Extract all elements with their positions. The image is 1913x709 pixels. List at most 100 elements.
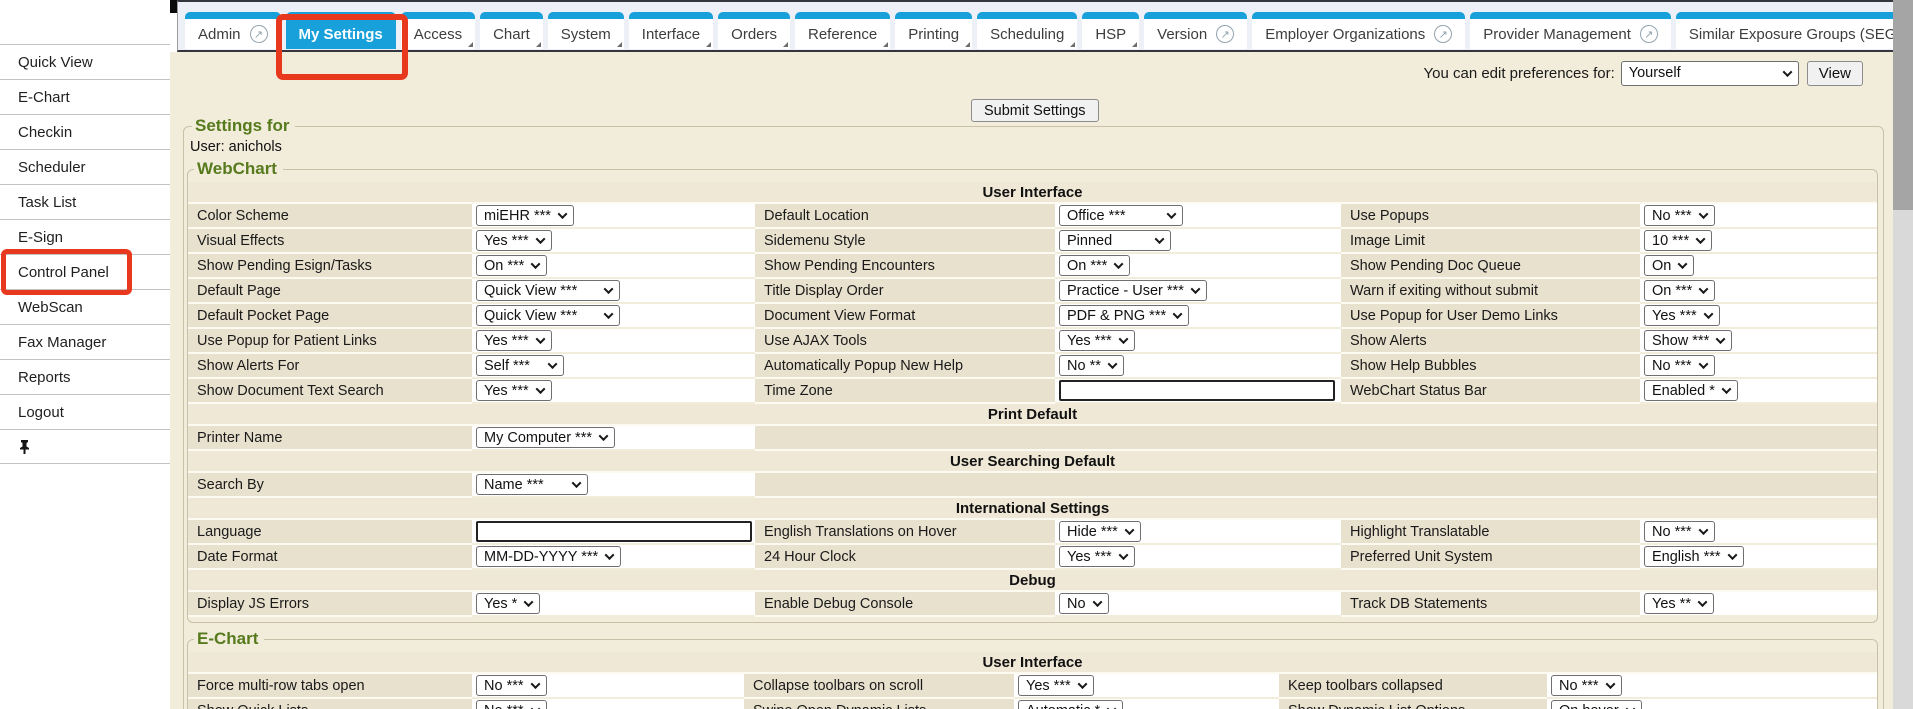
select-yes[interactable]: Yes * bbox=[476, 593, 540, 614]
select-on[interactable]: On *** bbox=[476, 255, 547, 276]
select-value: Self *** bbox=[484, 358, 530, 374]
select-no[interactable]: No *** bbox=[1551, 675, 1622, 696]
select-no[interactable]: No bbox=[1059, 593, 1109, 614]
select-value: English *** bbox=[1652, 549, 1721, 565]
select-automatic[interactable]: Automatic * bbox=[1018, 700, 1123, 709]
sidebar-item-label: Logout bbox=[18, 404, 64, 421]
view-button[interactable]: View bbox=[1807, 61, 1863, 86]
select-on[interactable]: On *** bbox=[1644, 280, 1715, 301]
setting-label-use-popup-for-patient-links: Use Popup for Patient Links bbox=[188, 329, 472, 354]
scrollbar-thumb[interactable] bbox=[1893, 0, 1913, 210]
setting-label-language: Language bbox=[188, 520, 472, 545]
input-text-field[interactable] bbox=[476, 521, 752, 542]
setting-label-search-by: Search By bbox=[188, 473, 472, 498]
setting-control-date-format: MM-DD-YYYY *** bbox=[472, 545, 755, 570]
setting-control-use-popup-for-user-demo-links: Yes *** bbox=[1640, 304, 1877, 329]
select-yes[interactable]: Yes *** bbox=[476, 230, 552, 251]
select-yes[interactable]: Yes *** bbox=[1644, 305, 1720, 326]
sidebar-item-control-panel[interactable]: Control Panel bbox=[0, 254, 170, 289]
tab-version[interactable]: Version↗ bbox=[1144, 12, 1247, 49]
select-name[interactable]: Name *** bbox=[476, 474, 588, 495]
chevron-down-icon bbox=[1167, 209, 1177, 219]
tab-orders[interactable]: Orders bbox=[718, 12, 790, 49]
sidebar-item-e-chart[interactable]: E-Chart bbox=[0, 79, 170, 114]
input-text-field[interactable] bbox=[1059, 380, 1335, 401]
select-10[interactable]: 10 *** bbox=[1644, 230, 1712, 251]
sidebar-item-logout[interactable]: Logout bbox=[0, 394, 170, 429]
select-no[interactable]: No *** bbox=[1644, 521, 1715, 542]
tab-system[interactable]: System bbox=[548, 12, 624, 49]
select-yes[interactable]: Yes *** bbox=[1018, 675, 1094, 696]
select-pinned[interactable]: Pinned bbox=[1059, 230, 1171, 251]
vertical-scrollbar[interactable] bbox=[1893, 0, 1913, 709]
chevron-down-icon bbox=[599, 431, 609, 441]
select-hide[interactable]: Hide *** bbox=[1059, 521, 1141, 542]
settings-row: Display JS ErrorsYes *Enable Debug Conso… bbox=[188, 592, 1877, 617]
chevron-down-icon bbox=[604, 284, 614, 294]
select-my-computer[interactable]: My Computer *** bbox=[476, 427, 615, 448]
sidebar-item-e-sign[interactable]: E-Sign bbox=[0, 219, 170, 254]
select-show[interactable]: Show *** bbox=[1644, 330, 1732, 351]
select-practice-user[interactable]: Practice - User *** bbox=[1059, 280, 1207, 301]
select-on[interactable]: On bbox=[1644, 255, 1694, 276]
select-no[interactable]: No ** bbox=[1059, 355, 1124, 376]
tab-access[interactable]: Access bbox=[401, 12, 475, 49]
sidebar-item-checkin[interactable]: Checkin bbox=[0, 114, 170, 149]
section-header-debug: Debug bbox=[188, 570, 1877, 592]
submit-settings-button[interactable]: Submit Settings bbox=[971, 99, 1099, 122]
sidebar-item-reports[interactable]: Reports bbox=[0, 359, 170, 394]
setting-control-automatically-popup-new-help: No ** bbox=[1055, 354, 1341, 379]
select-yes[interactable]: Yes *** bbox=[1059, 330, 1135, 351]
select-value: Automatic * bbox=[1026, 703, 1100, 709]
sidebar-item-quick-view[interactable]: Quick View bbox=[0, 44, 170, 79]
select-english[interactable]: English *** bbox=[1644, 546, 1744, 567]
settings-row: Show Document Text SearchYes ***Time Zon… bbox=[188, 379, 1877, 404]
tab-interface[interactable]: Interface bbox=[629, 12, 713, 49]
setting-control-show-alerts: Show *** bbox=[1640, 329, 1877, 354]
tab-chart[interactable]: Chart bbox=[480, 12, 543, 49]
tab-similar-exposure-groups-segs[interactable]: Similar Exposure Groups (SEGs)↗ bbox=[1676, 12, 1913, 49]
setting-control-default-pocket-page: Quick View *** bbox=[472, 304, 755, 329]
select-value: Yes *** bbox=[484, 383, 529, 399]
select-yes[interactable]: Yes ** bbox=[1644, 593, 1714, 614]
sidebar-item-fax-manager[interactable]: Fax Manager bbox=[0, 324, 170, 359]
sidebar-pin-toggle[interactable] bbox=[0, 429, 170, 464]
select-quick-view[interactable]: Quick View *** bbox=[476, 305, 620, 326]
select-office[interactable]: Office *** bbox=[1059, 205, 1183, 226]
tab-hsp[interactable]: HSP bbox=[1082, 12, 1139, 49]
select-no[interactable]: No *** bbox=[476, 675, 547, 696]
select-on-hover[interactable]: On hover bbox=[1551, 700, 1642, 709]
tab-reference[interactable]: Reference bbox=[795, 12, 890, 49]
chevron-down-icon bbox=[1678, 259, 1688, 269]
tab-my-settings[interactable]: My Settings bbox=[286, 12, 396, 49]
select-value: No ** bbox=[1067, 358, 1101, 374]
sidebar-item-webscan[interactable]: WebScan bbox=[0, 289, 170, 324]
select-no[interactable]: No *** bbox=[1644, 205, 1715, 226]
settings-content: You can edit preferences for: Yourself V… bbox=[170, 52, 1893, 709]
tab-employer-organizations[interactable]: Employer Organizations↗ bbox=[1252, 12, 1465, 49]
tab-provider-management[interactable]: Provider Management↗ bbox=[1470, 12, 1671, 49]
select-no[interactable]: No *** bbox=[476, 700, 547, 709]
setting-control-display-js-errors: Yes * bbox=[472, 592, 755, 617]
select-miehr[interactable]: miEHR *** bbox=[476, 205, 574, 226]
sidebar-item-task-list[interactable]: Task List bbox=[0, 184, 170, 219]
select-pdf-png[interactable]: PDF & PNG *** bbox=[1059, 305, 1189, 326]
tab-printing[interactable]: Printing bbox=[895, 12, 972, 49]
setting-label-keep-toolbars-collapsed: Keep toolbars collapsed bbox=[1279, 674, 1547, 699]
tab-admin[interactable]: Admin↗ bbox=[185, 12, 281, 49]
preferences-user-select[interactable]: Yourself bbox=[1621, 61, 1799, 86]
select-yes[interactable]: Yes *** bbox=[476, 330, 552, 351]
select-yes[interactable]: Yes *** bbox=[1059, 546, 1135, 567]
chevron-down-icon bbox=[1703, 309, 1713, 319]
select-enabled[interactable]: Enabled * bbox=[1644, 380, 1738, 401]
select-no[interactable]: No *** bbox=[1644, 355, 1715, 376]
select-self[interactable]: Self *** bbox=[476, 355, 564, 376]
sidebar-item-scheduler[interactable]: Scheduler bbox=[0, 149, 170, 184]
select-yes[interactable]: Yes *** bbox=[476, 380, 552, 401]
select-mm-dd-yyyy[interactable]: MM-DD-YYYY *** bbox=[476, 546, 621, 567]
settings-row: Color SchememiEHR ***Default LocationOff… bbox=[188, 204, 1877, 229]
select-on[interactable]: On *** bbox=[1059, 255, 1130, 276]
tab-scheduling[interactable]: Scheduling bbox=[977, 12, 1077, 49]
chevron-down-icon bbox=[1107, 704, 1117, 709]
select-quick-view[interactable]: Quick View *** bbox=[476, 280, 620, 301]
